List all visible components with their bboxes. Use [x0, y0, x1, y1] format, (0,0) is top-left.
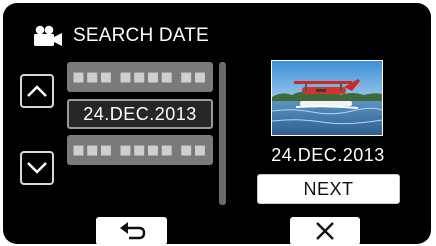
video-camera-icon: [34, 25, 62, 46]
scrollbar-thumb[interactable]: [219, 62, 226, 205]
screen: SEARCH DATE ■■■ ■■■■ ■■ 24.DEC.2013 ■■■ …: [3, 3, 431, 244]
header: SEARCH DATE: [31, 25, 209, 47]
scroll-up-button[interactable]: [20, 74, 54, 108]
scrollbar[interactable]: [219, 62, 226, 205]
date-list-item-label: ■■■ ■■■■ ■■: [72, 69, 208, 85]
next-button-label: NEXT: [303, 178, 354, 199]
back-button[interactable]: [96, 217, 167, 244]
date-list-item-label: 24.DEC.2013: [83, 103, 197, 124]
return-arrow-icon: [119, 222, 145, 240]
date-list-item[interactable]: ■■■ ■■■■ ■■: [67, 62, 213, 92]
chevron-up-icon: [27, 85, 47, 97]
scroll-down-button[interactable]: [20, 151, 54, 185]
close-icon: [316, 222, 334, 240]
seaplane-thumbnail: [271, 60, 383, 136]
date-list-item-label: ■■■ ■■■■ ■■: [72, 142, 208, 158]
chevron-down-icon: [27, 162, 47, 174]
date-list-item[interactable]: ■■■ ■■■■ ■■: [67, 135, 213, 165]
next-button[interactable]: NEXT: [257, 174, 400, 204]
close-button[interactable]: [290, 217, 360, 244]
date-list-item-selected[interactable]: 24.DEC.2013: [67, 99, 213, 129]
page-title: SEARCH DATE: [73, 25, 209, 46]
preview-date: 24.DEC.2013: [271, 145, 385, 165]
